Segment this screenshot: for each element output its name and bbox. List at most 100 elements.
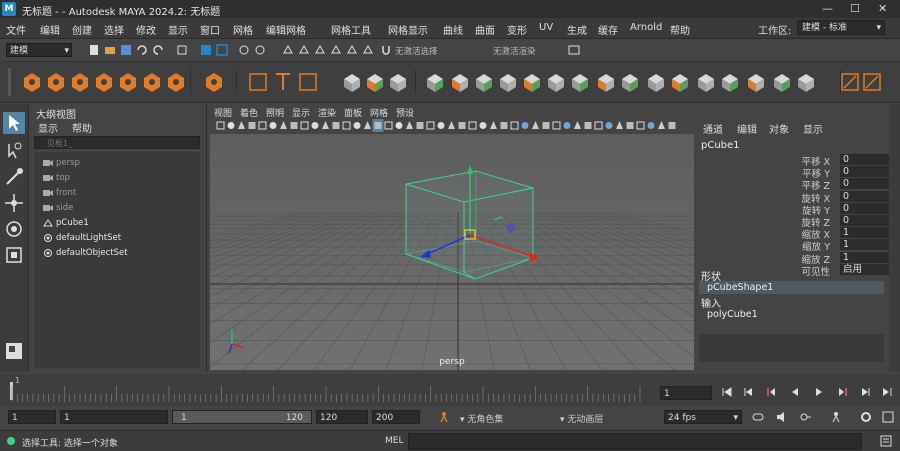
menu-file[interactable]: 文件 xyxy=(6,22,26,37)
menu-help[interactable]: 帮助 xyxy=(670,22,690,37)
outliner-item-front[interactable]: front xyxy=(43,188,76,198)
input-item[interactable]: polyCube1 xyxy=(699,308,884,321)
viewport-tool-icon[interactable] xyxy=(342,121,351,130)
channel-menu-object[interactable]: 对象 xyxy=(769,121,789,136)
vertical-tab-strip[interactable] xyxy=(889,104,900,372)
outliner-item-top[interactable]: top xyxy=(43,173,70,183)
channel-attr-value[interactable]: 0 xyxy=(840,190,890,202)
viewport-tool-icon[interactable] xyxy=(626,122,634,129)
viewport-tool-icon[interactable] xyxy=(353,122,361,129)
channel-attr-value[interactable]: 0 xyxy=(840,178,890,190)
magnet-icon[interactable] xyxy=(380,44,392,56)
viewport-tool-icon[interactable] xyxy=(510,121,519,130)
command-input[interactable] xyxy=(408,433,862,450)
step-back-frame-icon[interactable] xyxy=(764,386,778,398)
step-back-key-icon[interactable] xyxy=(742,386,756,398)
viewport-tool-icon[interactable] xyxy=(574,121,581,129)
menu-arnold[interactable]: Arnold xyxy=(630,22,662,33)
loop-icon[interactable] xyxy=(752,411,764,423)
viewport-tool-icon[interactable] xyxy=(658,121,665,129)
viewport-tool-icon[interactable] xyxy=(395,122,403,129)
render-view-icon[interactable] xyxy=(568,44,580,56)
snap-point-icon[interactable] xyxy=(282,44,294,56)
snap-view-icon[interactable] xyxy=(298,44,310,56)
time-ruler[interactable]: 1 xyxy=(0,374,650,406)
select-component-icon[interactable] xyxy=(216,44,228,56)
save-scene-icon[interactable] xyxy=(120,44,132,56)
viewport-tool-icon[interactable] xyxy=(542,122,550,129)
viewport-tool-icon[interactable] xyxy=(521,122,529,129)
channel-attr-value[interactable]: 0 xyxy=(840,215,890,226)
anim-start-field[interactable]: 1 xyxy=(60,410,168,424)
outliner-item-defaultobjectset[interactable]: defaultObjectSet xyxy=(44,248,128,258)
channel-attr-value[interactable]: 启用 xyxy=(840,263,890,275)
viewport-tool-icon[interactable] xyxy=(448,121,455,129)
viewport-tool-icon[interactable] xyxy=(479,122,487,129)
viewport-tool-icon[interactable] xyxy=(616,121,623,129)
step-forward-key-icon[interactable] xyxy=(858,386,872,398)
channel-menu-channels[interactable]: 通道 xyxy=(703,121,723,136)
viewport-tool-icon[interactable] xyxy=(364,121,371,129)
go-to-start-icon[interactable] xyxy=(720,386,734,398)
scale-tool-icon[interactable] xyxy=(3,244,25,266)
outliner-item-persp[interactable]: persp xyxy=(43,158,80,168)
sound-icon[interactable] xyxy=(776,411,788,423)
character-set-icon[interactable] xyxy=(438,411,450,423)
step-forward-frame-icon[interactable] xyxy=(836,386,850,398)
channel-menu-edit[interactable]: 编辑 xyxy=(737,121,757,136)
snap-vertex-icon[interactable] xyxy=(346,44,358,56)
scene-preferences-icon[interactable] xyxy=(882,411,894,423)
viewport-tool-icon[interactable] xyxy=(552,121,561,130)
outliner-item-defaultlightset[interactable]: defaultLightSet xyxy=(44,233,121,243)
snap-plane-icon[interactable] xyxy=(362,44,374,56)
open-scene-icon[interactable] xyxy=(104,44,116,56)
viewport-scene[interactable]: persp xyxy=(210,134,694,370)
viewport-tool-icon[interactable] xyxy=(416,122,424,129)
end-time-field[interactable]: 200 xyxy=(372,410,420,424)
channel-menu-show[interactable]: 显示 xyxy=(803,121,823,136)
viewport-tool-icon[interactable] xyxy=(332,122,340,129)
outliner-menu-display[interactable]: 显示 xyxy=(38,120,58,135)
snap-live-icon[interactable] xyxy=(330,44,342,56)
menu-deform[interactable]: 变形 xyxy=(507,22,527,37)
viewport-tool-icon[interactable] xyxy=(227,122,235,129)
viewport-tool-icon[interactable] xyxy=(636,121,645,130)
viewport-tool-icon[interactable] xyxy=(647,122,655,129)
channel-attr-value[interactable]: 1 xyxy=(840,227,890,239)
menu-generate[interactable]: 生成 xyxy=(567,22,587,37)
menu-windows[interactable]: 窗口 xyxy=(200,22,220,37)
outliner-item-side[interactable]: side xyxy=(43,203,73,213)
viewport-tool-icon[interactable] xyxy=(269,122,277,129)
mel-label[interactable]: MEL xyxy=(385,436,403,446)
snap-curve-icon[interactable] xyxy=(254,44,266,56)
viewport-tool-icon[interactable] xyxy=(500,122,508,129)
minimize-button[interactable]: — xyxy=(822,2,833,15)
range-bar[interactable]: 1 120 xyxy=(172,410,312,424)
select-hierarchy-icon[interactable] xyxy=(176,44,188,56)
close-button[interactable]: ✕ xyxy=(878,2,887,15)
viewport-tool-icon[interactable] xyxy=(490,121,497,129)
menu-create[interactable]: 创建 xyxy=(72,22,92,37)
menu-cache[interactable]: 缓存 xyxy=(598,22,618,37)
viewport-tool-icon[interactable] xyxy=(563,122,571,129)
menu-edit[interactable]: 编辑 xyxy=(40,22,60,37)
menu-select[interactable]: 选择 xyxy=(104,22,124,37)
fps-select[interactable]: 24 fps ▾ xyxy=(664,410,742,424)
channel-attr-label[interactable]: 可见性 xyxy=(801,264,830,278)
viewport-tool-icon[interactable] xyxy=(300,121,309,130)
preferences-icon[interactable] xyxy=(860,411,872,423)
script-editor-icon[interactable] xyxy=(880,435,892,447)
viewport-tool-icon[interactable] xyxy=(311,122,319,129)
lasso-tool-icon[interactable] xyxy=(3,140,25,162)
redo-icon[interactable] xyxy=(152,44,164,56)
menu-display[interactable]: 显示 xyxy=(168,22,188,37)
play-backward-icon[interactable] xyxy=(788,386,802,398)
current-time-marker[interactable] xyxy=(10,382,13,400)
viewport-tool-icon[interactable] xyxy=(372,119,384,132)
viewport-tool-icon[interactable] xyxy=(290,122,298,129)
menu-set-select[interactable]: 建模 ▾ xyxy=(6,43,72,57)
channel-attr-value[interactable]: 0 xyxy=(840,202,890,214)
viewport-tool-icon[interactable] xyxy=(605,122,613,129)
menu-uv[interactable]: UV xyxy=(539,22,553,33)
snap-surface-icon[interactable] xyxy=(314,44,326,56)
